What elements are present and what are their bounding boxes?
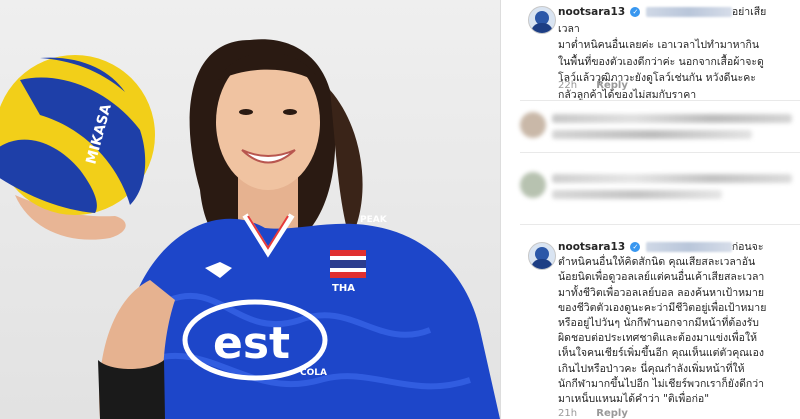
player-photo: est COLA THA PEAK MIKASA — [0, 0, 500, 419]
avatar[interactable] — [528, 6, 556, 34]
verified-badge-icon: ✓ — [630, 242, 641, 252]
divider — [520, 152, 800, 153]
divider — [520, 224, 800, 225]
svg-text:COLA: COLA — [300, 368, 327, 378]
jersey-brand: PEAK — [360, 215, 388, 225]
player-illustration: est COLA THA PEAK MIKASA — [0, 39, 500, 419]
username[interactable]: nootsara13 — [558, 6, 625, 18]
blurred-mention — [645, 242, 732, 252]
comment-text: nootsara13 ✓ ก่อนจะ ตำหนิคนอื่นให้คิดสัก… — [558, 241, 767, 406]
timestamp: 21h — [558, 408, 578, 419]
avatar — [520, 112, 546, 138]
username[interactable]: nootsara13 — [558, 241, 625, 253]
comment-meta: 22h Reply — [558, 80, 644, 91]
avatar[interactable] — [528, 242, 556, 270]
blurred-mention — [645, 7, 732, 17]
verified-badge-icon: ✓ — [630, 7, 641, 17]
jersey-country: THA — [332, 283, 355, 294]
volleyball: MIKASA — [0, 55, 155, 215]
jersey-sponsor: est — [213, 318, 290, 369]
avatar — [520, 172, 546, 198]
timestamp: 22h — [558, 80, 578, 91]
reply-button[interactable]: Reply — [596, 80, 628, 91]
reply-button[interactable]: Reply — [596, 408, 628, 419]
comment-meta: 21h Reply — [558, 408, 644, 419]
divider — [520, 100, 800, 101]
